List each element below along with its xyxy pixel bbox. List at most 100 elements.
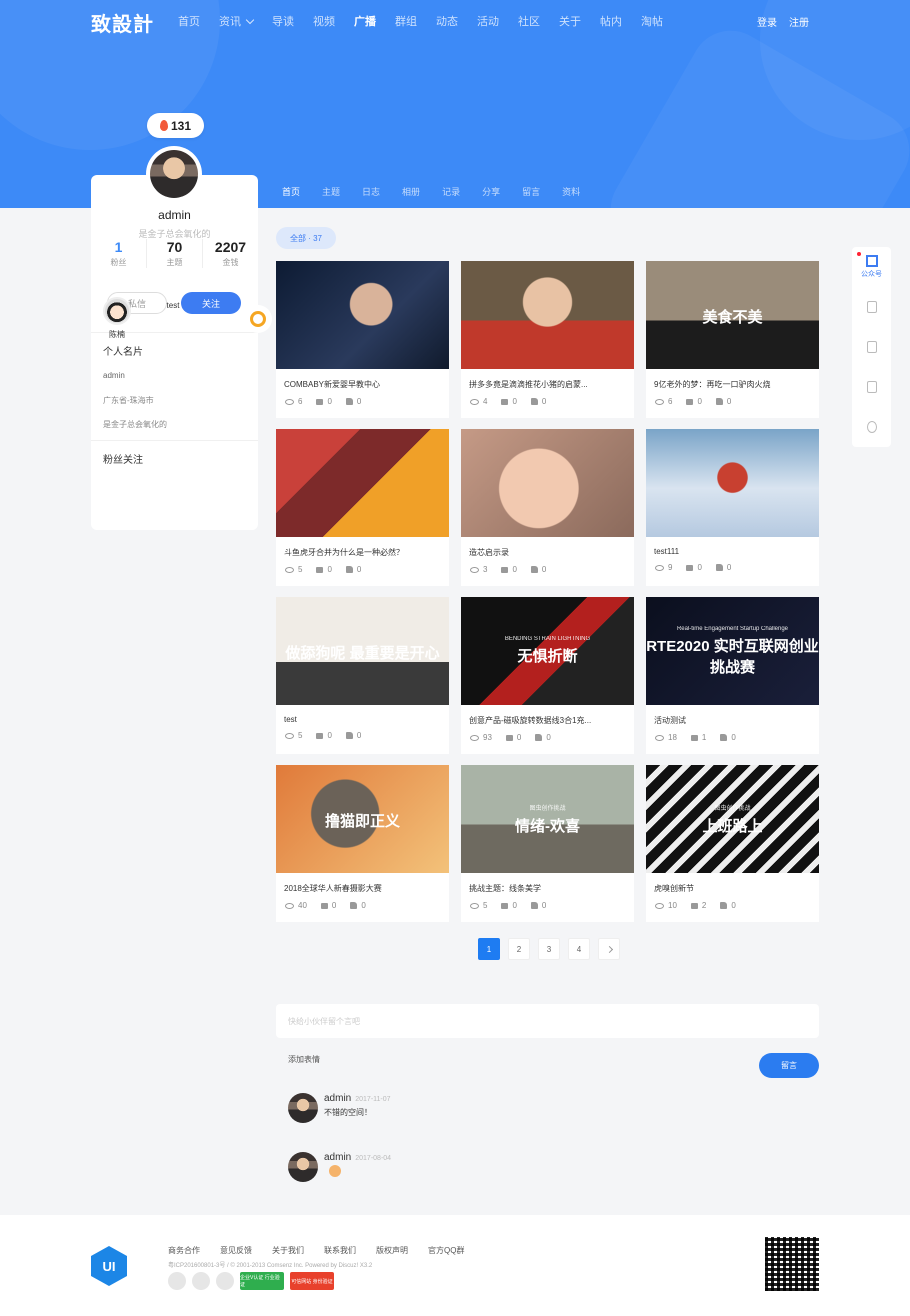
- nav-item[interactable]: 首页: [178, 13, 200, 29]
- post-title[interactable]: test111: [646, 537, 819, 556]
- post-card[interactable]: BENDING STRAIN LIGHTNING 无惧折断 创意产品-磁吸旋转数据线…: [461, 597, 634, 754]
- post-card[interactable]: COMBABY新爱婴早教中心 6 0 0: [276, 261, 449, 418]
- wechat-icon[interactable]: [168, 1272, 186, 1290]
- profile-tab[interactable]: 留言: [522, 185, 540, 198]
- post-title[interactable]: 9亿老外的梦：再吃一口驴肉火烧: [646, 369, 819, 390]
- post-likes: 0: [345, 397, 361, 406]
- post-card[interactable]: test111 9 0 0: [646, 429, 819, 586]
- footer-link[interactable]: 联系我们: [324, 1245, 356, 1256]
- post-title[interactable]: 挑战主题：线条美学: [461, 873, 634, 894]
- profile-avatar[interactable]: [146, 146, 202, 202]
- post-thumbnail[interactable]: Real-time Engagement Startup Challenge RT…: [646, 597, 819, 705]
- nav-item[interactable]: 广播: [354, 13, 376, 29]
- profile-name[interactable]: admin: [91, 208, 258, 222]
- submit-comment-button[interactable]: 留言: [759, 1053, 819, 1078]
- profile-tab[interactable]: 资料: [562, 185, 580, 198]
- post-card[interactable]: 撸猫即正义 2018全球华人新春摄影大赛 40 0 0: [276, 765, 449, 922]
- filter-all[interactable]: 全部 · 37: [276, 227, 336, 249]
- post-thumbnail[interactable]: BENDING STRAIN LIGHTNING 无惧折断: [461, 597, 634, 705]
- feedback-button[interactable]: [852, 367, 891, 407]
- nav-item[interactable]: 关于: [559, 13, 581, 29]
- post-card[interactable]: 图虫创作挑战 情绪-欢喜 挑战主题：线条美学 5 0 0: [461, 765, 634, 922]
- site-logo[interactable]: 致設計: [91, 8, 154, 37]
- post-title[interactable]: 2018全球华人新春摄影大赛: [276, 873, 449, 894]
- comment-user[interactable]: admin: [324, 1152, 351, 1163]
- page-button[interactable]: 1: [478, 938, 500, 960]
- post-views-count: 5: [298, 731, 303, 740]
- weibo-icon[interactable]: [192, 1272, 210, 1290]
- post-thumbnail[interactable]: 图虫创作挑战 情绪-欢喜: [461, 765, 634, 873]
- post-thumbnail[interactable]: 图虫创作挑战 上班路上: [646, 765, 819, 873]
- post-thumbnail[interactable]: [276, 261, 449, 369]
- post-thumbnail[interactable]: [646, 429, 819, 537]
- trust-badge: 可信网站 身份验证: [290, 1272, 334, 1290]
- nav-item[interactable]: 导读: [272, 13, 294, 29]
- fan-item[interactable]: 陈楠: [97, 297, 137, 340]
- checkin-button[interactable]: [852, 327, 891, 367]
- stat-topics[interactable]: 70 主题: [146, 239, 202, 268]
- stat-fans[interactable]: 1 粉丝: [91, 239, 146, 268]
- profile-tab[interactable]: 分享: [482, 185, 500, 198]
- post-comments: 0: [316, 397, 332, 406]
- footer-link[interactable]: 关于我们: [272, 1245, 304, 1256]
- login-link[interactable]: 登录: [757, 14, 777, 29]
- footer-icons: 企业V认证 行业验证 可信网站 身份验证: [168, 1272, 334, 1290]
- post-thumbnail[interactable]: 美食不美: [646, 261, 819, 369]
- post-thumbnail[interactable]: [461, 429, 634, 537]
- post-title[interactable]: COMBABY新爱婴早教中心: [276, 369, 449, 390]
- post-card[interactable]: 造芯启示录 3 0 0: [461, 429, 634, 586]
- profile-tab[interactable]: 首页: [282, 185, 300, 198]
- register-link[interactable]: 注册: [789, 14, 809, 29]
- next-page-button[interactable]: [598, 938, 620, 960]
- nav-item[interactable]: 视频: [313, 13, 335, 29]
- post-thumbnail[interactable]: [276, 429, 449, 537]
- footer-link[interactable]: 官方QQ群: [428, 1245, 464, 1256]
- post-title[interactable]: 造芯启示录: [461, 537, 634, 558]
- nav-item[interactable]: 群组: [395, 13, 417, 29]
- post-card[interactable]: Real-time Engagement Startup Challenge RT…: [646, 597, 819, 754]
- nav-item[interactable]: 资讯: [219, 13, 255, 29]
- footer-link[interactable]: 商务合作: [168, 1245, 200, 1256]
- comment-input[interactable]: [276, 1004, 819, 1038]
- nav-item[interactable]: 动态: [436, 13, 458, 29]
- add-emoji-link[interactable]: 添加表情: [288, 1054, 320, 1065]
- stat-money[interactable]: 2207 金钱: [202, 239, 258, 268]
- nav-item[interactable]: 活动: [477, 13, 499, 29]
- nav-item[interactable]: 帖内: [600, 13, 622, 29]
- comment-user[interactable]: admin: [324, 1093, 351, 1104]
- profile-tab[interactable]: 日志: [362, 185, 380, 198]
- cloud-button[interactable]: [852, 407, 891, 447]
- page-button[interactable]: 4: [568, 938, 590, 960]
- comment-avatar[interactable]: [288, 1152, 318, 1182]
- post-card[interactable]: 斗鱼虎牙合并为什么是一种必然？ 5 0 0: [276, 429, 449, 586]
- post-card[interactable]: 拼多多竟是滴滴推花小猪的启蒙... 4 0 0: [461, 261, 634, 418]
- post-title[interactable]: test: [276, 705, 449, 724]
- footer-link[interactable]: 意见反馈: [220, 1245, 252, 1256]
- post-meta: 5 0 0: [461, 894, 634, 910]
- post-thumbnail[interactable]: [461, 261, 634, 369]
- comment-avatar[interactable]: [288, 1093, 318, 1123]
- post-card[interactable]: 图虫创作挑战 上班路上 虎嗅创新节 10 2 0: [646, 765, 819, 922]
- post-card[interactable]: 做舔狗呢 最重要是开心 test 5 0 0: [276, 597, 449, 754]
- profile-tab[interactable]: 记录: [442, 185, 460, 198]
- post-title[interactable]: 拼多多竟是滴滴推花小猪的启蒙...: [461, 369, 634, 390]
- footer-link[interactable]: 版权声明: [376, 1245, 408, 1256]
- mobile-button[interactable]: [852, 287, 891, 327]
- qq-icon[interactable]: [216, 1272, 234, 1290]
- post-card[interactable]: 美食不美 9亿老外的梦：再吃一口驴肉火烧 6 0 0: [646, 261, 819, 418]
- profile-tab[interactable]: 主题: [322, 185, 340, 198]
- post-thumbnail[interactable]: 做舔狗呢 最重要是开心: [276, 597, 449, 705]
- nav-item[interactable]: 淘帖: [641, 13, 663, 29]
- page-button[interactable]: 2: [508, 938, 530, 960]
- post-thumbnail[interactable]: 撸猫即正义: [276, 765, 449, 873]
- footer-logo[interactable]: UI: [91, 1246, 127, 1286]
- post-title[interactable]: 斗鱼虎牙合并为什么是一种必然？: [276, 537, 449, 558]
- post-title[interactable]: 活动测试: [646, 705, 819, 726]
- nav-item[interactable]: 社区: [518, 13, 540, 29]
- fan-item[interactable]: test: [153, 297, 272, 333]
- comment-icon: [316, 732, 324, 739]
- post-title[interactable]: 创意产品-磁吸旋转数据线3合1充...: [461, 705, 634, 726]
- post-title[interactable]: 虎嗅创新节: [646, 873, 819, 894]
- page-button[interactable]: 3: [538, 938, 560, 960]
- profile-tab[interactable]: 相册: [402, 185, 420, 198]
